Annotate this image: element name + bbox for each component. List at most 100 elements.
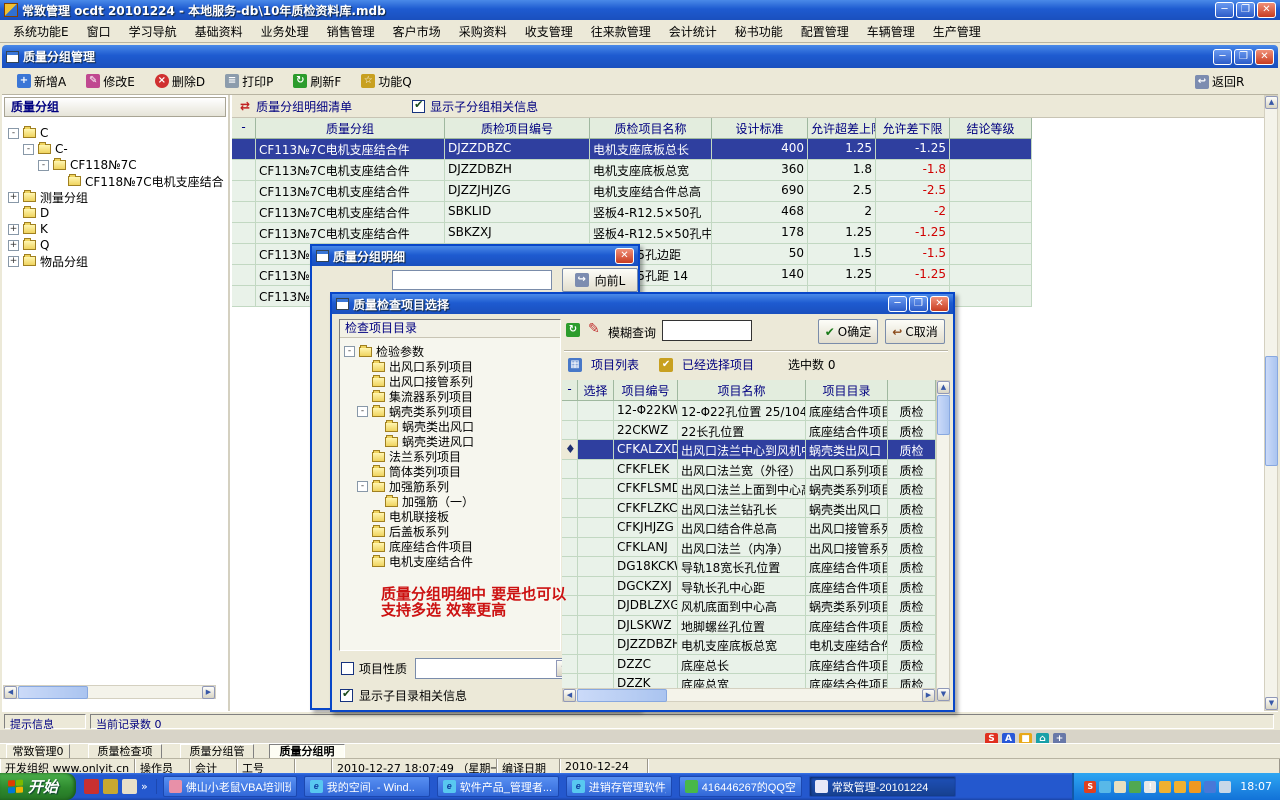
scroll-down-icon[interactable]: ▼	[1265, 697, 1278, 710]
menu-item-7[interactable]: 客户市场	[384, 20, 450, 43]
scroll-up-icon[interactable]: ▲	[937, 381, 950, 394]
msn-tray-icon[interactable]	[1099, 781, 1111, 793]
menu-item-14[interactable]: 车辆管理	[858, 20, 924, 43]
grid-header-cell[interactable]: 允许差下限	[876, 118, 950, 139]
menu-item-4[interactable]: 基础资料	[186, 20, 252, 43]
scroll-thumb[interactable]	[1265, 356, 1278, 466]
task-button-2[interactable]: e我的空间. - Wind..	[304, 776, 430, 797]
tree-item[interactable]: -检验参数	[344, 344, 560, 359]
grid-row[interactable]: DJZZDBZH电机支座底板总宽电机支座结合件质检	[562, 635, 936, 655]
task-button-1[interactable]: 佛山小老鼠VBA培训班	[163, 776, 297, 797]
dot-tray-icon[interactable]	[1189, 781, 1201, 793]
grid-row[interactable]: CF113№7C电机支座结合件DJZZJHJZG电机支座结合件总高6902.5-…	[232, 181, 1032, 202]
show-subgroup-checkbox[interactable]	[412, 100, 425, 113]
grid-row[interactable]: CF113№7C电机支座结合件DJZZDBZH电机支座底板总宽3601.8-1.…	[232, 160, 1032, 181]
grid-row[interactable]: DZZC底座总长底座结合件项目质检	[562, 655, 936, 675]
check-item-titlebar[interactable]: 质量检查项目选择 ─ ❐ ✕	[332, 294, 953, 314]
tree-item[interactable]: -C	[8, 125, 228, 141]
qq2-tray-icon[interactable]	[1174, 781, 1186, 793]
quick-launch-icon-3[interactable]	[122, 779, 137, 794]
tree-expander-icon[interactable]: -	[357, 481, 368, 492]
fuzzy-search-input[interactable]	[662, 320, 752, 341]
grid-row[interactable]: DG18KCKW导轨18宽长孔位置底座结合件项目质检	[562, 557, 936, 577]
tab-selected-items[interactable]: 已经选择项目	[682, 356, 754, 373]
app-titlebar[interactable]: 常致管理 ocdt 20101224 - 本地服务-db\10年质检资料库.md…	[0, 0, 1280, 20]
task-button-4[interactable]: e进销存管理软件_...	[566, 776, 672, 797]
tree-item[interactable]: 出风口系列项目	[344, 359, 560, 374]
toolbar-add-button[interactable]: +新增A	[12, 70, 71, 93]
tree-item[interactable]: -C-	[8, 141, 228, 157]
alert-tray-icon[interactable]: !	[1144, 781, 1156, 793]
tree-item[interactable]: +Q	[8, 237, 228, 253]
grid-header-cell[interactable]: 结论等级	[950, 118, 1032, 139]
dialog-maximize-button[interactable]: ❐	[909, 296, 928, 312]
tree-item[interactable]: 蜗壳类进风口	[344, 434, 560, 449]
green-tray-icon[interactable]	[1129, 781, 1141, 793]
grid-header-cell[interactable]: 允许超差上限	[808, 118, 876, 139]
grid-header-cell[interactable]: 质检项目编号	[445, 118, 590, 139]
grid-header-cell[interactable]: 项目编号	[614, 380, 678, 401]
tree-expander-icon[interactable]: +	[8, 240, 19, 251]
app-minimize-button[interactable]: ─	[1215, 2, 1234, 18]
menu-item-1[interactable]: 系统功能E	[4, 20, 78, 43]
child-maximize-button[interactable]: ❐	[1234, 49, 1253, 65]
menu-item-10[interactable]: 往来款管理	[582, 20, 660, 43]
grid-row[interactable]: 12-Φ22KW12-Φ22孔位置 25/1040/3*76底座结合件项目质检	[562, 401, 936, 421]
grid-row[interactable]: CFKJHJZG出风口结合件总高出风口接管系列质检	[562, 518, 936, 538]
app-restore-button[interactable]: ❐	[1236, 2, 1255, 18]
menu-item-6[interactable]: 销售管理	[318, 20, 384, 43]
grid-header-cell[interactable]: 选择	[578, 380, 614, 401]
tree-expander-icon[interactable]: -	[38, 160, 49, 171]
tree-item[interactable]: 电机支座结合件	[344, 554, 560, 569]
tree-item[interactable]: 加强筋（一）	[344, 494, 560, 509]
group-detail-input[interactable]	[392, 270, 552, 290]
grid-header-cell[interactable]: 质检项目名称	[590, 118, 712, 139]
grid-header-cell[interactable]: -	[232, 118, 256, 139]
task-button-6[interactable]: 常致管理-20101224	[809, 776, 956, 797]
nature-combobox[interactable]: ▼	[415, 658, 575, 679]
tree-item[interactable]: 底座结合件项目	[344, 539, 560, 554]
tree-item[interactable]: 蜗壳类出风口	[344, 419, 560, 434]
tree-expander-icon[interactable]: -	[8, 128, 19, 139]
tab-item-list[interactable]: 项目列表	[591, 356, 639, 373]
grid-row[interactable]: DGCKZXJ导轨长孔中心距底座结合件项目质检	[562, 577, 936, 597]
cancel-button[interactable]: ↩ C取消	[885, 319, 945, 344]
tree-item[interactable]: -加强筋系列	[344, 479, 560, 494]
grid-row[interactable]: CF113№7C电机支座结合件SBKLID竖板4-R12.5×50孔4682-2	[232, 202, 1032, 223]
scroll-up-icon[interactable]: ▲	[1265, 96, 1278, 109]
grid-header-cell[interactable]: -	[562, 380, 578, 401]
tree-item[interactable]: 后盖板系列	[344, 524, 560, 539]
toolbar-fn-button[interactable]: ☆功能Q	[356, 70, 416, 93]
start-button[interactable]: 开始	[0, 773, 76, 800]
group-detail-close-button[interactable]: ✕	[615, 248, 634, 264]
scroll-thumb[interactable]	[937, 395, 950, 435]
tree-item[interactable]: 法兰系列项目	[344, 449, 560, 464]
window-tab-4[interactable]: 质量分组明	[269, 744, 345, 759]
grid-header-cell[interactable]: 设计标准	[712, 118, 808, 139]
scroll-right-icon[interactable]: ▶	[922, 689, 935, 702]
volume-tray-icon[interactable]	[1219, 781, 1231, 793]
grid-row[interactable]: 22CKWZ22长孔位置底座结合件项目质检	[562, 421, 936, 441]
tree-expander-icon[interactable]: +	[8, 224, 19, 235]
tree-item[interactable]: 筒体类列项目	[344, 464, 560, 479]
quick-launch-overflow-icon[interactable]: »	[141, 780, 148, 793]
qq-tray-icon[interactable]	[1159, 781, 1171, 793]
tree-expander-icon[interactable]: +	[8, 192, 19, 203]
tree-item[interactable]: 电机联接板	[344, 509, 560, 524]
tree-item[interactable]: D	[8, 205, 228, 221]
menu-item-15[interactable]: 生产管理	[924, 20, 990, 43]
grid-header-cell[interactable]: 项目名称	[678, 380, 806, 401]
tree-item[interactable]: -蜗壳类系列项目	[344, 404, 560, 419]
tree-item[interactable]: +测量分组	[8, 189, 228, 205]
menu-item-3[interactable]: 学习导航	[120, 20, 186, 43]
toolbar-print-button[interactable]: ≡打印P	[220, 70, 278, 93]
menu-item-2[interactable]: 窗口	[78, 20, 120, 43]
quick-launch-icon-1[interactable]	[84, 779, 99, 794]
task-button-3[interactable]: e软件产品_管理者...	[437, 776, 559, 797]
grid-header-cell[interactable]	[888, 380, 936, 401]
grid-header-cell[interactable]: 项目目录	[806, 380, 888, 401]
doc-tray-icon[interactable]	[1114, 781, 1126, 793]
grid-row[interactable]: CFKFLSMDZX出风口法兰上面到中心高蜗壳类系列项目质检	[562, 479, 936, 499]
tree-expander-icon[interactable]: +	[8, 256, 19, 267]
child-close-button[interactable]: ✕	[1255, 49, 1274, 65]
